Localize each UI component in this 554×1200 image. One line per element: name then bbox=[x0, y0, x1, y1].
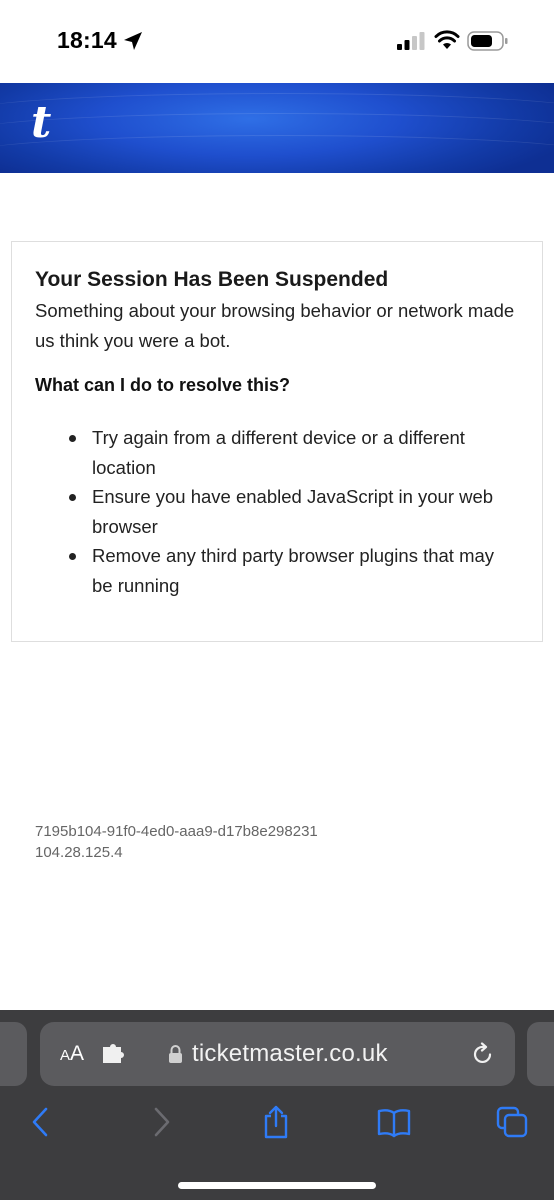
forward-chevron-icon[interactable] bbox=[144, 1105, 178, 1139]
session-id: 7195b104-91f0-4ed0-aaa9-d17b8e298231 bbox=[35, 823, 318, 840]
wifi-icon bbox=[434, 30, 460, 49]
card-title: Your Session Has Been Suspended bbox=[35, 268, 389, 291]
reference-info: 7195b104-91f0-4ed0-aaa9-d17b8e298231 104… bbox=[35, 821, 318, 863]
tip-item: Try again from a different device or a d… bbox=[67, 423, 507, 482]
previous-tab-peek[interactable] bbox=[0, 1022, 27, 1086]
home-indicator[interactable] bbox=[178, 1182, 376, 1189]
aa-small-letter: A bbox=[60, 1047, 71, 1064]
ticketmaster-logo[interactable]: t bbox=[31, 101, 51, 145]
cellular-signal-icon bbox=[397, 32, 425, 50]
suspension-card: Your Session Has Been Suspended Somethin… bbox=[11, 241, 543, 642]
tip-item: Ensure you have enabled JavaScript in yo… bbox=[67, 482, 507, 541]
battery-icon bbox=[467, 31, 508, 51]
header-wave bbox=[0, 135, 554, 173]
card-description: Something about your browsing behavior o… bbox=[35, 300, 515, 351]
bookmarks-icon[interactable] bbox=[377, 1105, 411, 1139]
safari-bottom-bar: AA ticketmaster.co.uk bbox=[0, 1010, 554, 1200]
share-icon[interactable] bbox=[259, 1105, 293, 1139]
page-settings-button[interactable]: AA bbox=[60, 1042, 84, 1066]
reload-icon[interactable] bbox=[470, 1042, 495, 1067]
address-bar[interactable]: AA ticketmaster.co.uk bbox=[40, 1022, 515, 1086]
tip-item: Remove any third party browser plugins t… bbox=[67, 541, 507, 600]
status-bar: 18:14 bbox=[0, 0, 554, 83]
ip-address: 104.28.125.4 bbox=[35, 844, 123, 861]
site-header: t bbox=[0, 83, 554, 173]
next-tab-peek[interactable] bbox=[527, 1022, 554, 1086]
back-chevron-icon[interactable] bbox=[24, 1105, 58, 1139]
location-arrow-icon bbox=[124, 32, 142, 50]
extension-puzzle-icon[interactable] bbox=[101, 1044, 125, 1064]
status-time: 18:14 bbox=[57, 27, 117, 53]
tabs-icon[interactable] bbox=[495, 1105, 529, 1139]
lock-icon bbox=[169, 1045, 182, 1063]
url-text[interactable]: ticketmaster.co.uk bbox=[192, 1040, 388, 1068]
resolution-tips-list: Try again from a different device or a d… bbox=[67, 423, 507, 600]
card-subtitle: What can I do to resolve this? bbox=[35, 375, 291, 395]
aa-large-letter: A bbox=[70, 1042, 85, 1065]
